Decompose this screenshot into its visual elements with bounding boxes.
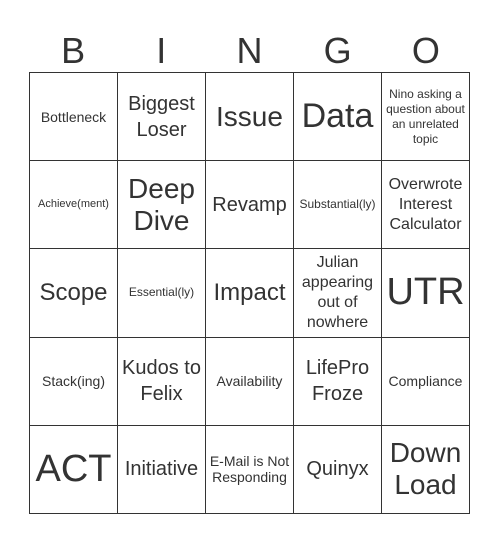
bingo-cell[interactable]: Down Load xyxy=(382,425,470,514)
header-letter-o: O xyxy=(411,30,440,71)
bingo-cell[interactable]: UTR xyxy=(382,249,470,338)
bingo-cell[interactable]: Deep Dive xyxy=(118,161,206,250)
bingo-cell[interactable]: Availability xyxy=(206,337,294,426)
bingo-cell[interactable]: Julian appearing out of nowhere xyxy=(294,249,382,338)
bingo-cell[interactable]: Biggest Loser xyxy=(118,73,206,162)
bingo-cell[interactable]: Compliance xyxy=(382,337,470,426)
bingo-cell[interactable]: Stack(ing) xyxy=(30,337,118,426)
header-letter-n: N xyxy=(236,30,263,71)
bingo-grid: Bottleneck Biggest Loser Issue Data Nino… xyxy=(29,72,470,514)
bingo-cell[interactable]: Overwrote Interest Calculator xyxy=(382,161,470,250)
bingo-cell[interactable]: Initiative xyxy=(118,425,206,514)
bingo-cell[interactable]: Bottleneck xyxy=(30,73,118,162)
bingo-cell[interactable]: Essential(ly) xyxy=(118,249,206,338)
bingo-cell[interactable]: Impact xyxy=(206,249,294,338)
bingo-cell[interactable]: Achieve(ment) xyxy=(30,161,118,250)
bingo-cell[interactable]: Revamp xyxy=(206,161,294,250)
header-letter-g: G xyxy=(323,30,352,71)
bingo-cell[interactable]: Substantial(ly) xyxy=(294,161,382,250)
bingo-cell[interactable]: ACT xyxy=(30,425,118,514)
bingo-cell[interactable]: Nino asking a question about an unrelate… xyxy=(382,73,470,162)
bingo-cell[interactable]: Issue xyxy=(206,73,294,162)
bingo-header: B I N G O xyxy=(29,30,470,72)
bingo-cell[interactable]: Data xyxy=(294,73,382,162)
header-letter-i: I xyxy=(156,30,167,71)
bingo-cell[interactable]: Kudos to Felix xyxy=(118,337,206,426)
bingo-cell[interactable]: Scope xyxy=(30,249,118,338)
bingo-cell[interactable]: E-Mail is Not Responding xyxy=(206,425,294,514)
bingo-cell[interactable]: LifePro Froze xyxy=(294,337,382,426)
bingo-cell[interactable]: Quinyx xyxy=(294,425,382,514)
header-letter-b: B xyxy=(61,30,86,71)
